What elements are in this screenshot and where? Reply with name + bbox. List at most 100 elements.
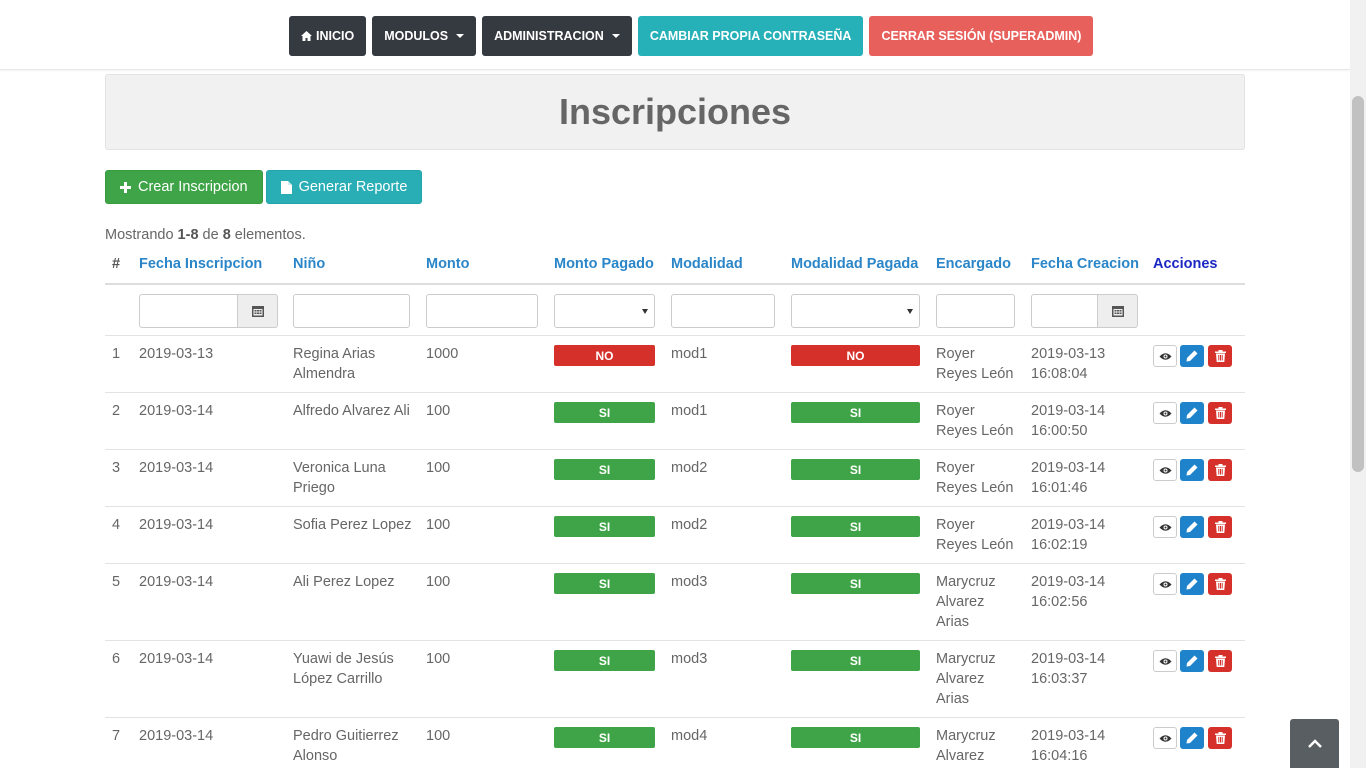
filter-modalidad-pagada-select[interactable] <box>791 294 920 328</box>
filter-fecha-input[interactable] <box>139 294 238 328</box>
pencil-icon <box>1186 407 1198 419</box>
col-header-num: # <box>112 256 121 272</box>
logout-button[interactable]: CERRAR SESIÓN (SUPERADMIN) <box>869 16 1094 56</box>
delete-button[interactable] <box>1208 516 1232 538</box>
cell-fecha-inscripcion: 2019-03-14 <box>139 574 214 590</box>
cell-num: 4 <box>112 517 121 533</box>
cell-num: 5 <box>112 574 121 590</box>
eye-icon <box>1159 352 1171 360</box>
col-header-nino[interactable]: Niño <box>293 254 325 274</box>
cell-nino: Regina Arias Almendra <box>293 346 376 382</box>
cell-encargado: Royer Reyes León <box>936 517 1014 553</box>
cell-fecha-creacion-time: 16:08:04 <box>1031 366 1088 382</box>
delete-button[interactable] <box>1208 402 1232 424</box>
cell-modalidad: mod2 <box>671 460 708 476</box>
cell-fecha-creacion-date: 2019-03-14 <box>1031 728 1106 744</box>
view-button[interactable] <box>1153 402 1177 424</box>
home-icon <box>301 31 312 41</box>
create-inscription-button[interactable]: Crear Inscripcion <box>105 170 263 204</box>
view-button[interactable] <box>1153 573 1177 595</box>
cell-nino: Alfredo Alvarez Ali <box>293 403 410 419</box>
cell-monto: 100 <box>426 460 451 476</box>
table-row: 7 2019-03-14 Pedro Guitierrez Alonso 100 SI m… <box>105 717 1245 768</box>
col-header-encargado[interactable]: Encargado <box>936 254 1011 274</box>
monto-pagado-badge: SI <box>554 650 655 671</box>
table-header-row: # Fecha Inscripcion Niño Monto Monto Pag… <box>105 250 1245 283</box>
caret-down-icon <box>907 309 913 314</box>
cell-modalidad: mod2 <box>671 517 708 533</box>
caret-down-icon <box>456 34 465 38</box>
view-button[interactable] <box>1153 727 1177 749</box>
edit-button[interactable] <box>1180 516 1204 538</box>
edit-button[interactable] <box>1180 402 1204 424</box>
cell-fecha-inscripcion: 2019-03-13 <box>139 346 214 362</box>
cell-fecha-creacion-time: 16:00:50 <box>1031 423 1088 439</box>
col-header-monto[interactable]: Monto <box>426 254 469 274</box>
edit-button[interactable] <box>1180 459 1204 481</box>
cell-fecha-creacion-time: 16:03:37 <box>1031 671 1088 687</box>
cell-monto: 100 <box>426 403 451 419</box>
cell-encargado: Marycruz Alvarez <box>936 728 996 764</box>
change-password-button[interactable]: CAMBIAR PROPIA CONTRASEÑA <box>637 16 864 56</box>
col-header-fecha-creacion[interactable]: Fecha Creacion <box>1031 254 1139 274</box>
view-button[interactable] <box>1153 459 1177 481</box>
filter-fecha-calendar-button[interactable] <box>238 294 278 328</box>
caret-down-icon <box>611 34 620 38</box>
col-header-fecha[interactable]: Fecha Inscripcion <box>139 254 262 274</box>
col-header-modalidad[interactable]: Modalidad <box>671 254 743 274</box>
nav-modulos-dropdown[interactable]: MODULOS <box>372 16 477 56</box>
cell-fecha-creacion-date: 2019-03-14 <box>1031 651 1106 667</box>
summary-total: 8 <box>222 227 231 243</box>
view-button[interactable] <box>1153 345 1177 367</box>
modalidad-pagada-badge: SI <box>791 573 920 594</box>
cell-fecha-creacion-time: 16:02:56 <box>1031 594 1088 610</box>
delete-button[interactable] <box>1208 573 1232 595</box>
filter-modalidad-input[interactable] <box>671 294 775 328</box>
filter-monto-pagado-select[interactable] <box>554 294 655 328</box>
chevron-up-icon <box>1307 739 1322 748</box>
cell-fecha-inscripcion: 2019-03-14 <box>139 728 214 744</box>
page-title: Inscripciones <box>558 91 792 132</box>
file-icon <box>280 180 292 194</box>
cell-fecha-inscripcion: 2019-03-14 <box>139 517 214 533</box>
back-to-top-button[interactable] <box>1290 719 1339 768</box>
filter-monto-input[interactable] <box>426 294 538 328</box>
page-header: Inscripciones <box>105 74 1245 150</box>
view-button[interactable] <box>1153 650 1177 672</box>
col-header-monto-pagado[interactable]: Monto Pagado <box>554 254 654 274</box>
nav-modulos-label: MODULOS <box>384 29 449 43</box>
cell-fecha-inscripcion: 2019-03-14 <box>139 460 214 476</box>
cell-modalidad: mod3 <box>671 574 708 590</box>
delete-button[interactable] <box>1208 727 1232 749</box>
edit-button[interactable] <box>1180 727 1204 749</box>
delete-button[interactable] <box>1208 459 1232 481</box>
trash-icon <box>1214 350 1226 362</box>
caret-down-icon <box>642 309 648 314</box>
filter-creacion-input[interactable] <box>1031 294 1098 328</box>
cell-nino: Sofia Perez Lopez <box>293 517 412 533</box>
page-scrollbar[interactable] <box>1350 0 1366 768</box>
edit-button[interactable] <box>1180 573 1204 595</box>
edit-button[interactable] <box>1180 650 1204 672</box>
cell-fecha-inscripcion: 2019-03-14 <box>139 403 214 419</box>
delete-button[interactable] <box>1208 345 1232 367</box>
table-row: 2 2019-03-14 Alfredo Alvarez Ali 100 SI mod1 S… <box>105 392 1245 449</box>
monto-pagado-badge: SI <box>554 516 655 537</box>
nav-administracion-dropdown[interactable]: ADMINISTRACION <box>482 16 632 56</box>
generate-report-button[interactable]: Generar Reporte <box>265 170 423 204</box>
modalidad-pagada-badge: NO <box>791 345 920 366</box>
nav-inicio-button[interactable]: INICIO <box>289 16 367 56</box>
eye-icon <box>1159 734 1171 742</box>
pencil-icon <box>1186 464 1198 476</box>
view-button[interactable] <box>1153 516 1177 538</box>
col-header-modalidad-pagada[interactable]: Modalidad Pagada <box>791 254 918 274</box>
cell-nino: Yuawi de Jesús López Carrillo <box>293 651 394 687</box>
cell-modalidad: mod1 <box>671 403 708 419</box>
filter-creacion-calendar-button[interactable] <box>1098 294 1138 328</box>
cell-fecha-creacion-date: 2019-03-14 <box>1031 460 1106 476</box>
delete-button[interactable] <box>1208 650 1232 672</box>
filter-nino-input[interactable] <box>293 294 410 328</box>
scrollbar-thumb[interactable] <box>1352 96 1364 472</box>
edit-button[interactable] <box>1180 345 1204 367</box>
filter-encargado-input[interactable] <box>936 294 1015 328</box>
